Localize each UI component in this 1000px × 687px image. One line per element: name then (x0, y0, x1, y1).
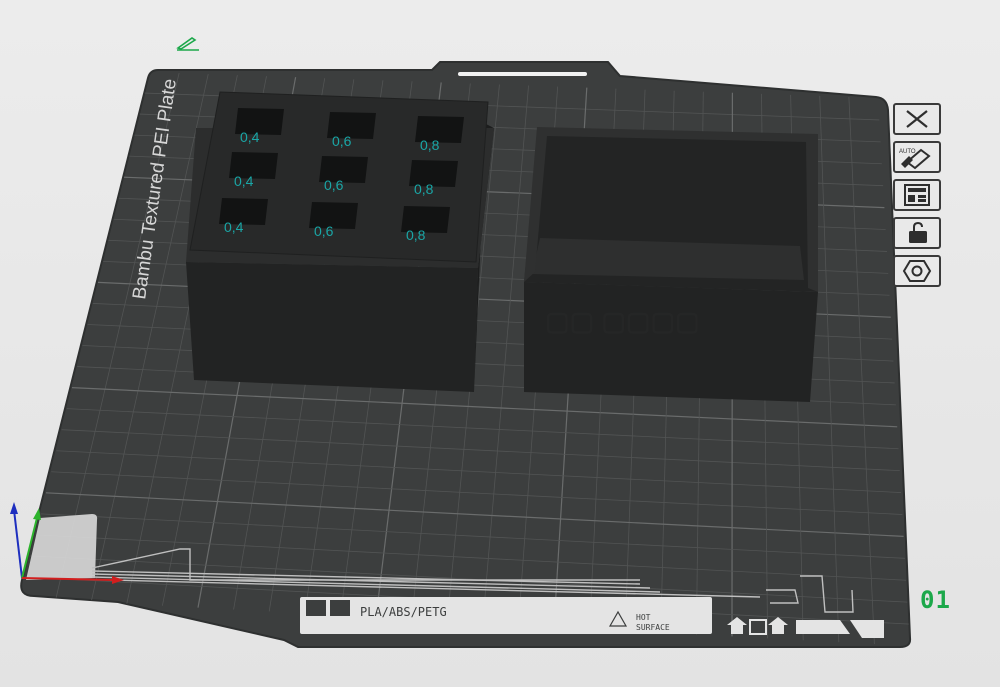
arrange-button[interactable] (893, 179, 941, 211)
3d-viewport[interactable]: Bambu Textured PEI Plate PLA/ABS/PETG HO… (0, 0, 1000, 687)
arrange-layout-icon (904, 184, 930, 206)
tray-slot-label: 0,8 (406, 227, 426, 243)
tray-pockets (219, 108, 464, 233)
auto-orient-icon: AUTO (899, 148, 931, 170)
tray-slot-label: 0,8 (420, 137, 440, 153)
filament-compat-label: PLA/ABS/PETG (360, 605, 447, 619)
auto-orient-button[interactable]: AUTO (893, 141, 941, 173)
lock-icon (909, 221, 927, 243)
auto-badge: AUTO (899, 149, 916, 155)
plate-settings-button[interactable] (893, 255, 941, 287)
plate-number[interactable]: 01 (920, 586, 951, 614)
tray-front-face (186, 262, 478, 392)
hot-label: HOT (636, 613, 651, 622)
tray-slot-label: 0,4 (234, 173, 254, 189)
tray-slot-label: 0,8 (414, 181, 434, 197)
tray-slot-label: 0,6 (332, 133, 352, 149)
box-embossed-mark: ▢▢ ▢▢▢▢ (545, 306, 700, 336)
tray-slot-label: 0,4 (224, 219, 244, 235)
surface-label: SURFACE (636, 623, 670, 632)
close-plate-button[interactable] (893, 103, 941, 135)
close-x-icon (906, 110, 928, 128)
tray-model[interactable]: 0,4 0,6 0,8 0,4 0,6 0,8 0,4 0,6 0,8 (186, 91, 494, 392)
box-front-face (524, 282, 818, 402)
tray-slot-label: 0,6 (314, 223, 334, 239)
tray-slot-label: 0,4 (240, 129, 260, 145)
lock-plate-button[interactable] (893, 217, 941, 249)
box-model[interactable]: ▢▢ ▢▢▢▢ (524, 127, 818, 402)
tray-slot-label: 0,6 (324, 177, 344, 193)
hex-nut-icon (902, 260, 932, 282)
